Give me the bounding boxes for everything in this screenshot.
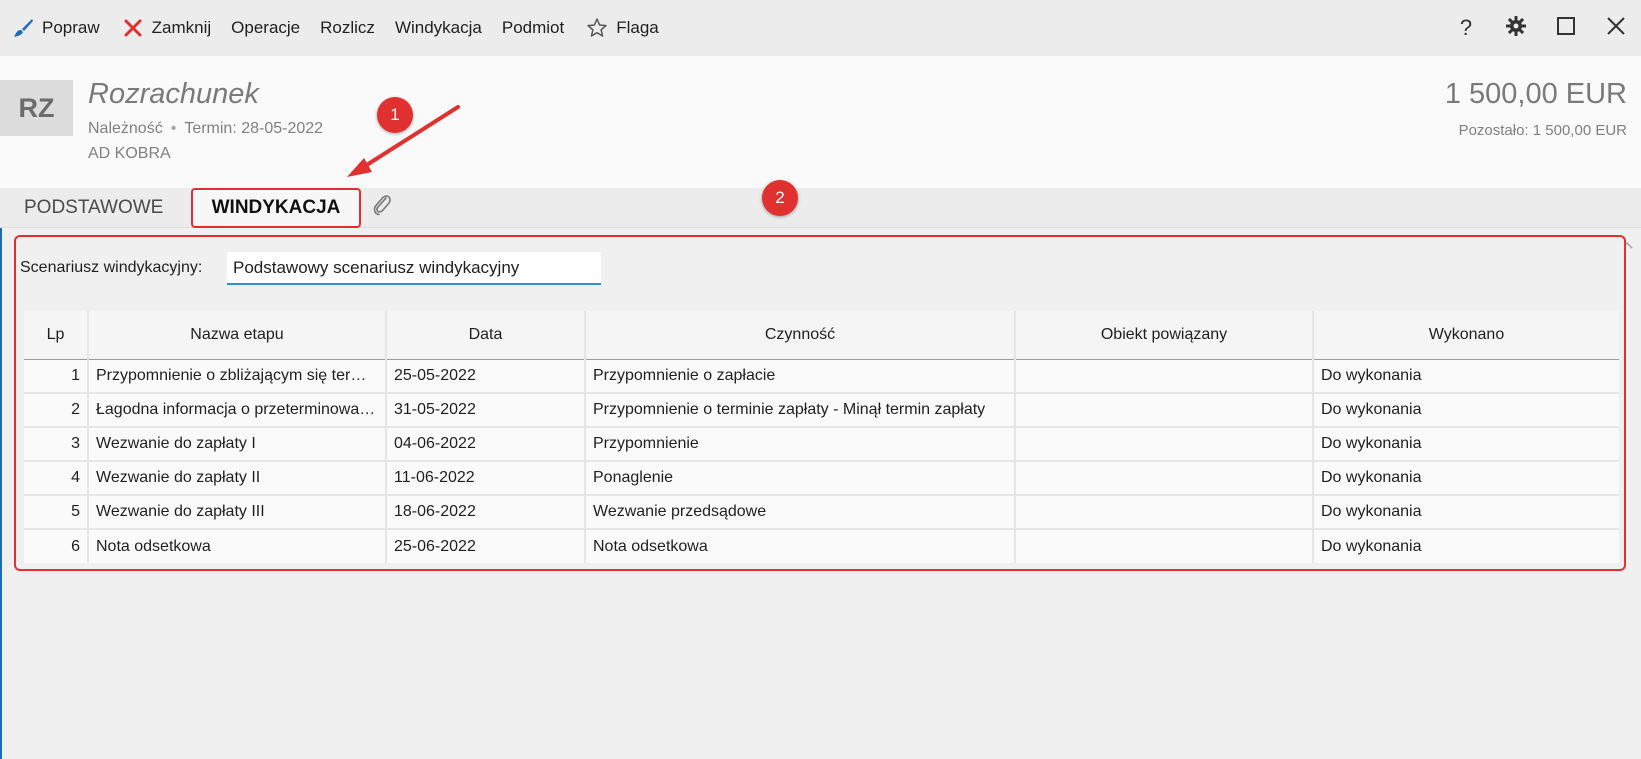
annotation-arrow — [347, 105, 460, 177]
callout-badge-2: 2 — [762, 180, 798, 216]
callout-badge-1: 1 — [377, 97, 413, 133]
